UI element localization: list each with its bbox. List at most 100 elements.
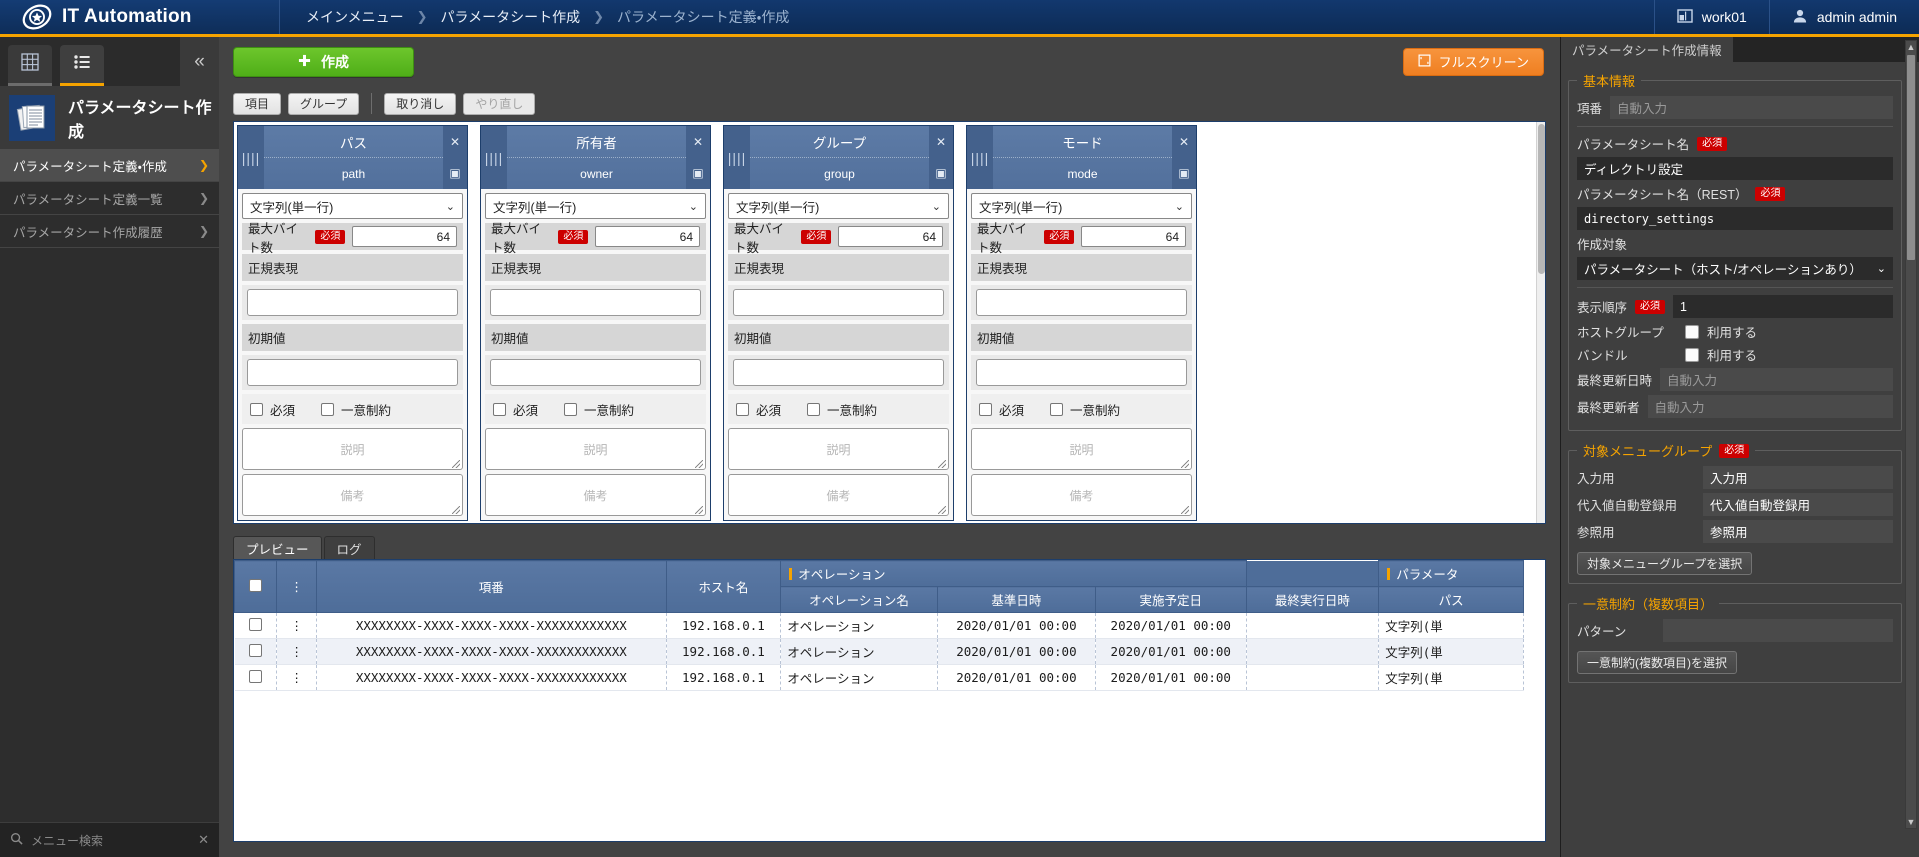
target-select[interactable]: パラメータシート（ホスト/オペレーションあり） ⌄: [1577, 257, 1893, 280]
fullscreen-button[interactable]: フルスクリーン: [1402, 47, 1544, 76]
breadcrumb-item-1[interactable]: パラメータシート作成: [441, 7, 581, 27]
regex-input[interactable]: [733, 289, 944, 316]
card-drag-handle-icon[interactable]: ||||: [481, 126, 507, 189]
note-textarea[interactable]: 備考: [485, 474, 706, 516]
column-header-path[interactable]: パス: [1378, 586, 1524, 613]
row-menu-cell[interactable]: ⋮: [276, 664, 317, 691]
type-select[interactable]: 文字列(単一行) ⌄: [971, 193, 1192, 219]
row-checkbox-cell[interactable]: [234, 638, 278, 665]
tab-log[interactable]: ログ: [323, 536, 375, 559]
table-row[interactable]: ⋮ XXXXXXXX-XXXX-XXXX-XXXX-XXXXXXXXXXXX 1…: [234, 638, 1524, 665]
required-checkbox[interactable]: [736, 402, 749, 416]
sidebar-tab-grid[interactable]: [8, 45, 52, 86]
column-header-hostname[interactable]: ホスト名: [665, 560, 782, 613]
copy-icon[interactable]: ▣: [443, 158, 467, 190]
required-checkbox[interactable]: [250, 402, 263, 416]
canvas-vertical-scrollbar[interactable]: [1536, 122, 1545, 523]
description-textarea[interactable]: 説明: [485, 428, 706, 470]
tab-preview[interactable]: プレビュー: [233, 536, 322, 559]
regex-input[interactable]: [490, 289, 701, 316]
kebab-menu-icon[interactable]: ⋮: [290, 618, 303, 633]
required-checkbox[interactable]: [979, 402, 992, 416]
required-checkbox[interactable]: [493, 402, 506, 416]
column-header-scheduled-date[interactable]: 実施予定日: [1094, 586, 1247, 613]
breadcrumb-item-0[interactable]: メインメニュー: [306, 7, 404, 27]
sidebar-item-parameter-sheet-definition-list[interactable]: パラメータシート定義一覧 ❯: [0, 182, 219, 215]
column-header-base-date[interactable]: 基準日時: [936, 586, 1096, 613]
display-order-input[interactable]: 1: [1673, 295, 1893, 318]
menu-search-input[interactable]: メニュー検索: [31, 832, 190, 849]
kebab-menu-icon[interactable]: ⋮: [290, 670, 303, 685]
close-icon[interactable]: ✕: [1172, 126, 1196, 158]
copy-icon[interactable]: ▣: [686, 158, 710, 190]
workspace-selector[interactable]: work01: [1653, 0, 1769, 34]
kebab-menu-icon[interactable]: ⋮: [290, 644, 303, 659]
type-select[interactable]: 文字列(単一行) ⌄: [485, 193, 706, 219]
regex-input[interactable]: [247, 289, 458, 316]
sidebar-item-parameter-sheet-create-history[interactable]: パラメータシート作成履歴 ❯: [0, 215, 219, 248]
sidebar-collapse-button[interactable]: «: [180, 37, 219, 86]
close-icon[interactable]: ✕: [929, 126, 953, 158]
card-drag-handle-icon[interactable]: ||||: [967, 126, 993, 189]
parameter-card[interactable]: |||| モード mode ✕ ▣ 文字列(単一行) ⌄ 最大バイト数 必須 6…: [966, 125, 1197, 521]
column-header-id[interactable]: 項番: [315, 560, 667, 613]
bundle-checkbox[interactable]: [1685, 347, 1699, 362]
scroll-down-icon[interactable]: ▼: [1906, 816, 1916, 828]
clear-icon[interactable]: ✕: [198, 832, 209, 848]
column-header-operation-name[interactable]: オペレーション名: [780, 586, 938, 613]
select-all-header[interactable]: [234, 560, 278, 613]
unique-checkbox[interactable]: [1050, 402, 1064, 416]
column-header-last-run[interactable]: 最終実行日時: [1245, 586, 1380, 613]
close-icon[interactable]: ✕: [443, 126, 467, 158]
row-checkbox-cell[interactable]: [234, 664, 278, 691]
undo-button[interactable]: 取り消し: [384, 92, 457, 115]
max-bytes-input[interactable]: 64: [595, 226, 700, 247]
create-button[interactable]: 作成: [233, 46, 414, 77]
select-unique-constraint-button[interactable]: 一意制約(複数項目)を選択: [1577, 651, 1737, 674]
type-select[interactable]: 文字列(単一行) ⌄: [242, 193, 463, 219]
sidebar-tab-list[interactable]: [60, 45, 104, 86]
scrollbar-thumb[interactable]: [1907, 55, 1915, 260]
add-group-button[interactable]: グループ: [288, 92, 360, 115]
sidebar-item-parameter-sheet-definition-create[interactable]: パラメータシート定義・作成 ❯: [0, 149, 219, 182]
default-input[interactable]: [247, 359, 458, 386]
description-textarea[interactable]: 説明: [242, 428, 463, 470]
card-drag-handle-icon[interactable]: ||||: [724, 126, 750, 189]
table-row[interactable]: ⋮ XXXXXXXX-XXXX-XXXX-XXXX-XXXXXXXXXXXX 1…: [234, 612, 1524, 639]
description-textarea[interactable]: 説明: [728, 428, 949, 470]
table-row[interactable]: ⋮ XXXXXXXX-XXXX-XXXX-XXXX-XXXXXXXXXXXX 1…: [234, 664, 1524, 691]
select-target-menu-group-button[interactable]: 対象メニューグループを選択: [1577, 552, 1753, 575]
checkbox-icon[interactable]: [249, 578, 263, 592]
menu-search[interactable]: メニュー検索 ✕: [0, 822, 219, 857]
max-bytes-input[interactable]: 64: [1081, 226, 1186, 247]
default-input[interactable]: [976, 359, 1187, 386]
row-menu-cell[interactable]: ⋮: [276, 638, 317, 665]
note-textarea[interactable]: 備考: [728, 474, 949, 516]
brand[interactable]: IT Automation: [0, 0, 280, 34]
default-input[interactable]: [733, 359, 944, 386]
note-textarea[interactable]: 備考: [242, 474, 463, 516]
card-drag-handle-icon[interactable]: ||||: [238, 126, 264, 189]
row-checkbox-cell[interactable]: [234, 612, 278, 639]
max-bytes-input[interactable]: 64: [838, 226, 943, 247]
sheet-name-input[interactable]: ディレクトリ設定: [1577, 157, 1893, 180]
row-menu-cell[interactable]: ⋮: [276, 612, 317, 639]
row-checkbox[interactable]: [248, 669, 262, 683]
tab-parameter-sheet-create-info[interactable]: パラメータシート作成情報: [1561, 37, 1733, 62]
unique-checkbox[interactable]: [564, 402, 578, 416]
add-item-button[interactable]: 項目: [233, 92, 282, 115]
close-icon[interactable]: ✕: [686, 126, 710, 158]
user-menu[interactable]: admin admin: [1768, 0, 1919, 34]
default-input[interactable]: [490, 359, 701, 386]
host-group-checkbox[interactable]: [1685, 324, 1699, 339]
right-panel-scrollbar[interactable]: ▲ ▼: [1905, 40, 1917, 829]
row-checkbox[interactable]: [248, 643, 262, 657]
sheet-rest-input[interactable]: directory_settings: [1577, 207, 1893, 230]
scrollbar-thumb[interactable]: [1538, 124, 1545, 274]
max-bytes-input[interactable]: 64: [352, 226, 457, 247]
unique-checkbox[interactable]: [321, 402, 335, 416]
note-textarea[interactable]: 備考: [971, 474, 1192, 516]
regex-input[interactable]: [976, 289, 1187, 316]
parameter-card[interactable]: |||| グループ group ✕ ▣ 文字列(単一行) ⌄ 最大バイト数 必須…: [723, 125, 954, 521]
copy-icon[interactable]: ▣: [1172, 158, 1196, 190]
